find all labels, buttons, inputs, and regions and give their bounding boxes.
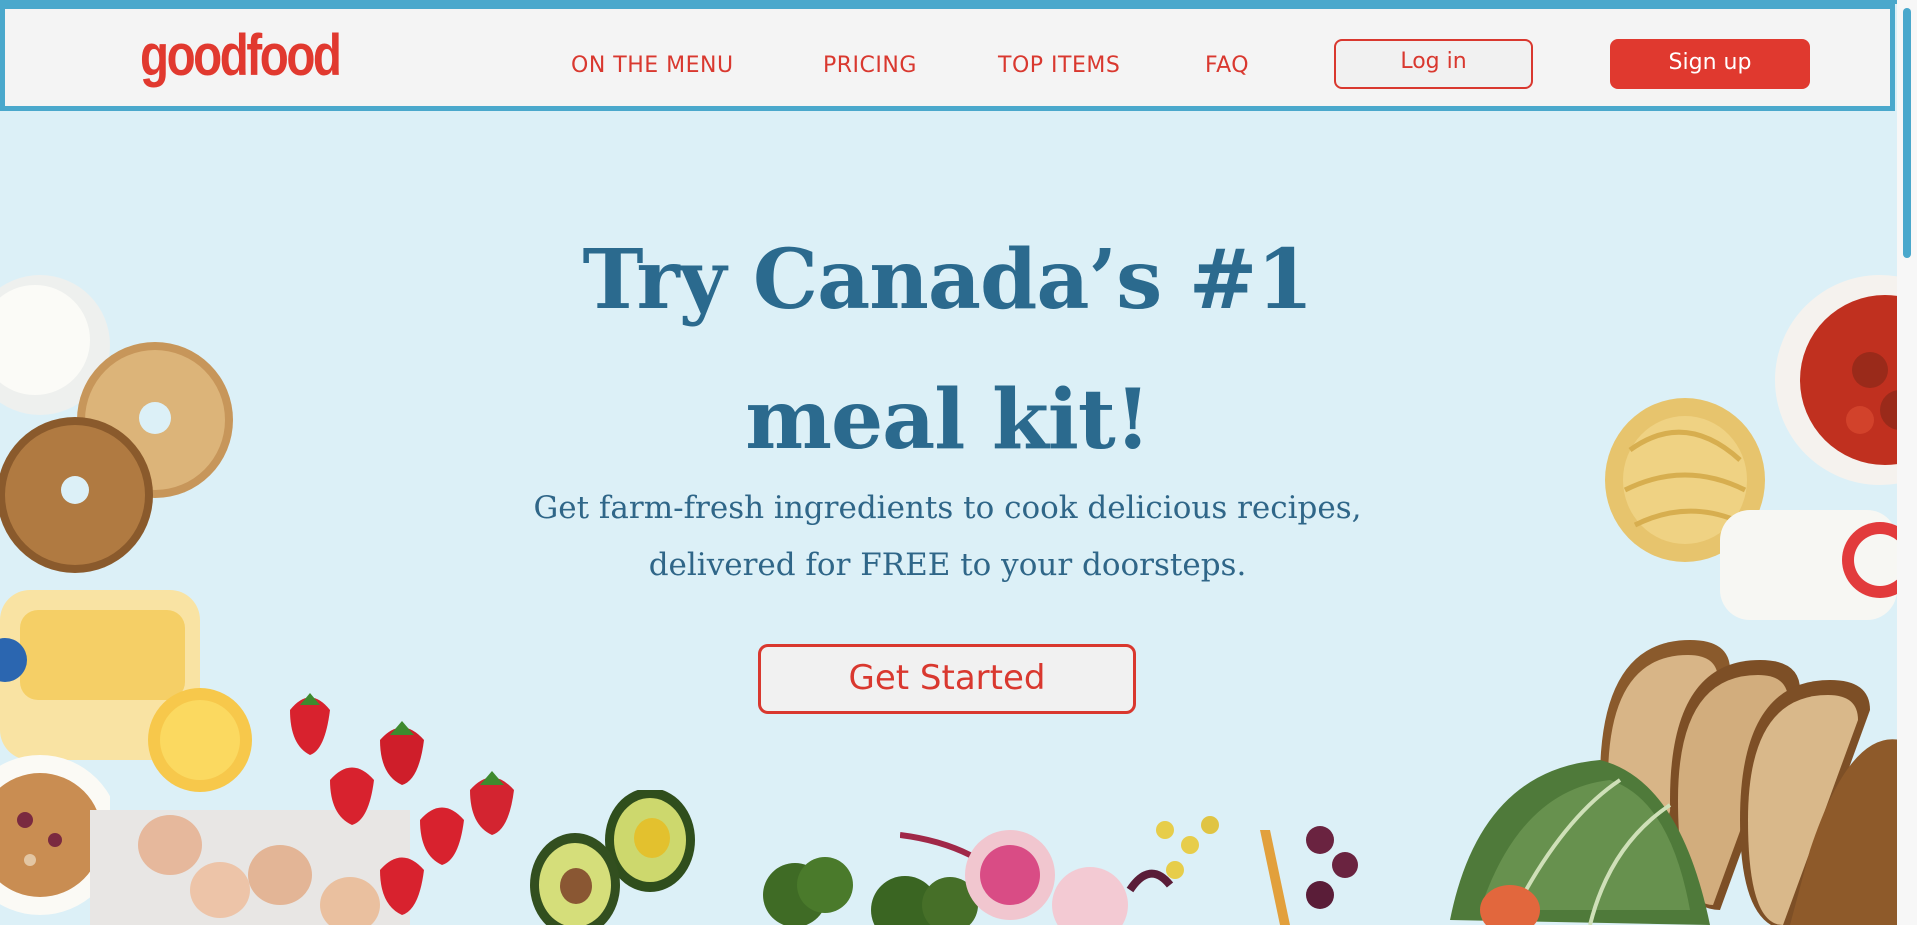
login-button[interactable]: Log in xyxy=(1334,39,1533,89)
signup-button[interactable]: Sign up xyxy=(1610,39,1810,89)
hero-headline: Try Canada’s #1 meal kit! xyxy=(582,232,1313,468)
nav-link-pricing[interactable]: PRICING xyxy=(823,53,917,79)
milk-bottle-image xyxy=(1720,510,1897,620)
goodfood-logo[interactable]: goodfood xyxy=(140,23,342,89)
radish-image xyxy=(900,830,1128,925)
top-navbar: goodfood ON THE MENU PRICING TOP ITEMS F… xyxy=(0,4,1895,111)
tomato-sauce-bowl-image xyxy=(1775,275,1897,485)
hero-subheadline: Get farm-fresh ingredients to cook delic… xyxy=(533,490,1362,583)
nav-link-top-items[interactable]: TOP ITEMS xyxy=(998,53,1120,79)
landing-page: goodfood ON THE MENU PRICING TOP ITEMS F… xyxy=(0,0,1917,925)
get-started-button[interactable]: Get Started xyxy=(758,644,1136,714)
page-scrollbar[interactable] xyxy=(1897,0,1917,925)
strawberries-image xyxy=(290,693,514,915)
bagels-image xyxy=(0,342,233,573)
kale-image xyxy=(1450,760,1710,925)
avocado-image xyxy=(530,790,695,925)
nav-link-on-the-menu[interactable]: ON THE MENU xyxy=(571,53,734,79)
scrollbar-thumb[interactable] xyxy=(1903,8,1911,258)
nav-link-faq[interactable]: FAQ xyxy=(1205,53,1249,79)
top-border xyxy=(0,0,1917,4)
vegetables-image xyxy=(1126,816,1358,925)
